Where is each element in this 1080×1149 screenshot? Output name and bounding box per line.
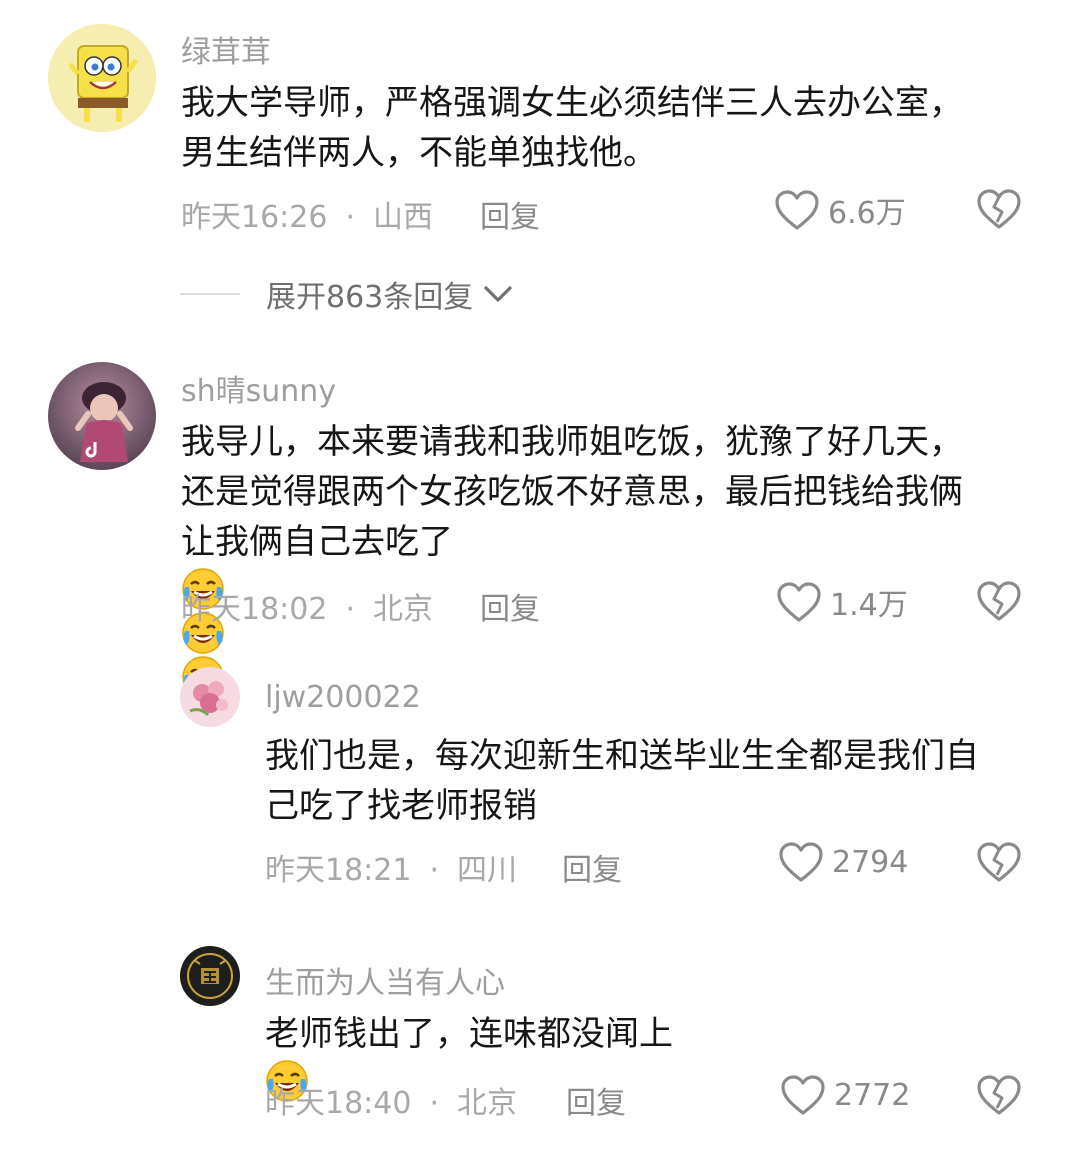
meta-separator: ·: [345, 200, 356, 235]
gold-seal-avatar-icon: [180, 946, 240, 1006]
chevron-down-icon: [484, 286, 512, 302]
like-count: 2772: [834, 1077, 911, 1113]
broken-heart-icon: [977, 189, 1021, 229]
comment-username[interactable]: ljw200022: [265, 680, 421, 715]
like-button[interactable]: 2794: [778, 841, 908, 883]
reply-button[interactable]: 回复: [566, 1078, 626, 1122]
comment-time: 昨天18:02: [181, 592, 328, 627]
broken-heart-icon: [977, 842, 1021, 882]
meta-separator: ·: [345, 592, 356, 627]
like-button[interactable]: 6.6万: [774, 188, 906, 232]
comment-body: 我导儿，本来要请我和我师姐吃饭，犹豫了好几天， 还是觉得跟两个女孩吃饭不好意思，…: [181, 417, 963, 699]
user-avatar[interactable]: [48, 362, 156, 470]
meta-separator: ·: [429, 1086, 440, 1121]
comment-meta: 昨天18:21 · 四川: [265, 845, 517, 889]
like-count: 6.6万: [828, 196, 906, 231]
comment-line: 己吃了找老师报销: [265, 786, 537, 826]
expand-replies-label: 展开863条回复: [266, 280, 474, 315]
meta-separator: ·: [429, 853, 440, 888]
heart-icon: [777, 582, 821, 622]
comment-line: 我导儿，本来要请我和我师姐吃饭，犹豫了好几天，: [181, 422, 963, 462]
dislike-button[interactable]: [976, 188, 1022, 230]
flower-avatar-icon: [180, 667, 240, 727]
comment-location: 北京: [373, 592, 434, 627]
like-count: 2794: [832, 844, 909, 880]
heart-icon: [779, 842, 823, 882]
comment-line: 老师钱出了，连味都没闻上: [265, 1014, 673, 1054]
reply-button[interactable]: 回复: [480, 584, 540, 628]
girl-photo-avatar-icon: [48, 362, 156, 470]
reply-button[interactable]: 回复: [562, 845, 622, 889]
spongebob-avatar-icon: [48, 24, 156, 132]
broken-heart-icon: [977, 1075, 1021, 1115]
comment-time: 昨天18:21: [265, 853, 412, 888]
comment-line: 我大学导师，严格强调女生必须结伴三人去办公室，: [181, 83, 963, 123]
dislike-button[interactable]: [976, 1074, 1022, 1116]
comment-time: 昨天16:26: [181, 200, 328, 235]
user-avatar[interactable]: [48, 24, 156, 132]
reply-button[interactable]: 回复: [480, 192, 540, 236]
broken-heart-icon: [977, 581, 1021, 621]
user-avatar[interactable]: [180, 667, 240, 727]
divider-line: [180, 293, 240, 295]
dislike-button[interactable]: [976, 841, 1022, 883]
comment-line: 我们也是，每次迎新生和送毕业生全都是我们自: [265, 736, 979, 776]
comment-meta: 昨天16:26 · 山西: [181, 192, 433, 236]
expand-replies-button[interactable]: 展开863条回复: [180, 272, 513, 316]
comment-username[interactable]: sh晴sunny: [181, 366, 336, 410]
comment-meta: 昨天18:40 · 北京: [265, 1078, 517, 1122]
comment-line: 还是觉得跟两个女孩吃饭不好意思，最后把钱给我俩: [181, 472, 963, 512]
heart-icon: [775, 190, 819, 230]
like-button[interactable]: 1.4万: [776, 580, 908, 624]
heart-icon: [781, 1075, 825, 1115]
user-avatar[interactable]: [180, 946, 240, 1006]
like-button[interactable]: 2772: [780, 1074, 910, 1116]
comment-username[interactable]: 生而为人当有人心: [265, 958, 505, 1002]
comment-line: 男生结伴两人，不能单独找他。: [181, 133, 657, 173]
dislike-button[interactable]: [976, 580, 1022, 622]
comment-time: 昨天18:40: [265, 1086, 412, 1121]
comment-line: 让我俩自己去吃了: [181, 522, 453, 562]
like-count: 1.4万: [830, 588, 908, 623]
comment-meta: 昨天18:02 · 北京: [181, 584, 433, 628]
comment-body: 我们也是，每次迎新生和送毕业生全都是我们自 己吃了找老师报销: [265, 731, 979, 831]
comment-body: 我大学导师，严格强调女生必须结伴三人去办公室， 男生结伴两人，不能单独找他。: [181, 78, 963, 178]
comment-username[interactable]: 绿茸茸: [181, 27, 271, 71]
comment-location: 山西: [373, 200, 434, 235]
comment-location: 四川: [457, 853, 518, 888]
comment-location: 北京: [457, 1086, 518, 1121]
